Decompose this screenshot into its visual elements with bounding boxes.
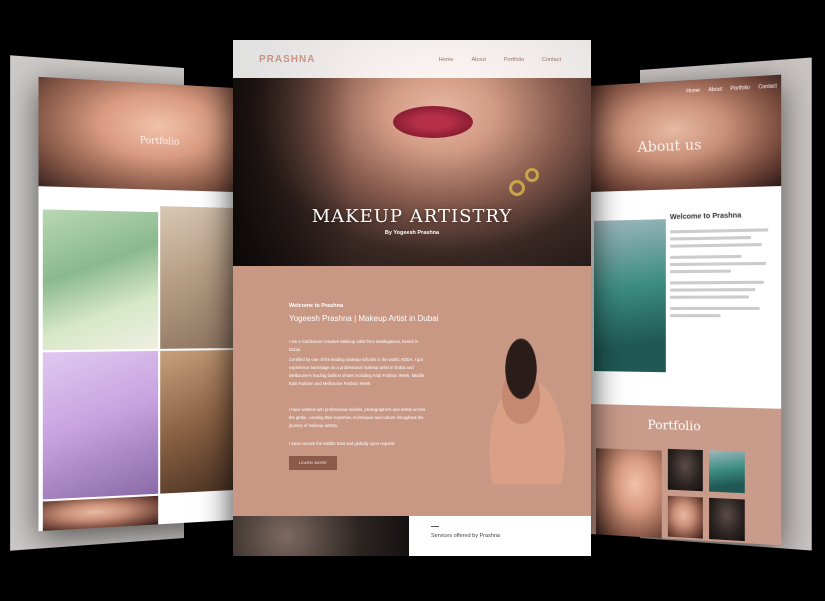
artist-portrait <box>461 324 581 484</box>
artist-heading: Yogeesh Prashna | Makeup Artist in Dubai <box>289 314 438 323</box>
nav-contact-link[interactable]: Contact <box>758 83 776 90</box>
portfolio-thumb[interactable] <box>596 448 662 538</box>
nav-portfolio-link[interactable]: Portfolio <box>730 85 749 92</box>
services-heading: Services offered by Prashna <box>431 533 500 539</box>
portfolio-section-title: Portfolio <box>648 418 701 434</box>
about-paragraph: I am a Goldsmoor Creative Makeup artist … <box>289 338 429 354</box>
nav-contact-link[interactable]: Contact <box>542 57 561 63</box>
nav-home-link[interactable]: Home <box>439 57 454 63</box>
about-page-preview: Home About Portfolio Contact About us We… <box>590 75 781 546</box>
ring-detail <box>525 168 539 182</box>
lips-detail <box>393 106 473 138</box>
welcome-heading: Welcome to Prashna <box>289 303 343 309</box>
portfolio-thumb[interactable] <box>668 449 703 491</box>
main-nav: Home About Portfolio Contact <box>439 57 561 63</box>
portfolio-thumb[interactable] <box>709 450 745 493</box>
gallery-photo <box>43 351 158 500</box>
mockup-stage: Portfolio Home About Portfolio Contact A… <box>0 0 825 601</box>
portfolio-hero-image <box>38 77 234 192</box>
about-portrait <box>594 219 666 372</box>
nav-home-link[interactable]: Home <box>686 88 700 95</box>
portfolio-page-preview: Portfolio <box>38 77 234 531</box>
home-page: PRASHNA Home About Portfolio Contact MAK… <box>233 40 591 556</box>
portfolio-hero-title: Portfolio <box>140 136 180 148</box>
learn-more-button[interactable]: LEARN MORE <box>289 456 337 470</box>
ring-detail <box>509 180 525 196</box>
top-navigation-bar: PRASHNA Home About Portfolio Contact <box>233 40 591 78</box>
portfolio-thumb[interactable] <box>668 496 703 539</box>
about-welcome-heading: Welcome to Prashna <box>670 212 741 221</box>
about-paragraph: I have worked with professional models, … <box>289 406 429 430</box>
about-paragraph: I travel across the Middle East and glob… <box>289 440 429 448</box>
about-hero-title: About us <box>638 137 702 156</box>
hero-subtitle: By Yogeesh Prashna <box>233 230 591 236</box>
services-divider <box>431 526 439 527</box>
about-paragraph: Certified by one of the leading makeup s… <box>289 356 429 388</box>
gallery-photo <box>43 209 158 350</box>
site-logo[interactable]: PRASHNA <box>259 54 315 65</box>
nav-portfolio-link[interactable]: Portfolio <box>504 57 524 63</box>
nav-about-link[interactable]: About <box>708 86 722 93</box>
nav-about-link[interactable]: About <box>471 57 485 63</box>
services-section: Services offered by Prashna <box>233 516 591 556</box>
about-section: Welcome to Prashna Yogeesh Prashna | Mak… <box>233 266 591 516</box>
services-image <box>233 516 409 556</box>
hero-title: MAKEUP ARTISTRY <box>233 206 591 227</box>
about-text-block <box>670 228 773 321</box>
portfolio-thumb[interactable] <box>709 498 745 541</box>
gallery-photo <box>160 350 234 494</box>
gallery-photo <box>160 206 234 349</box>
